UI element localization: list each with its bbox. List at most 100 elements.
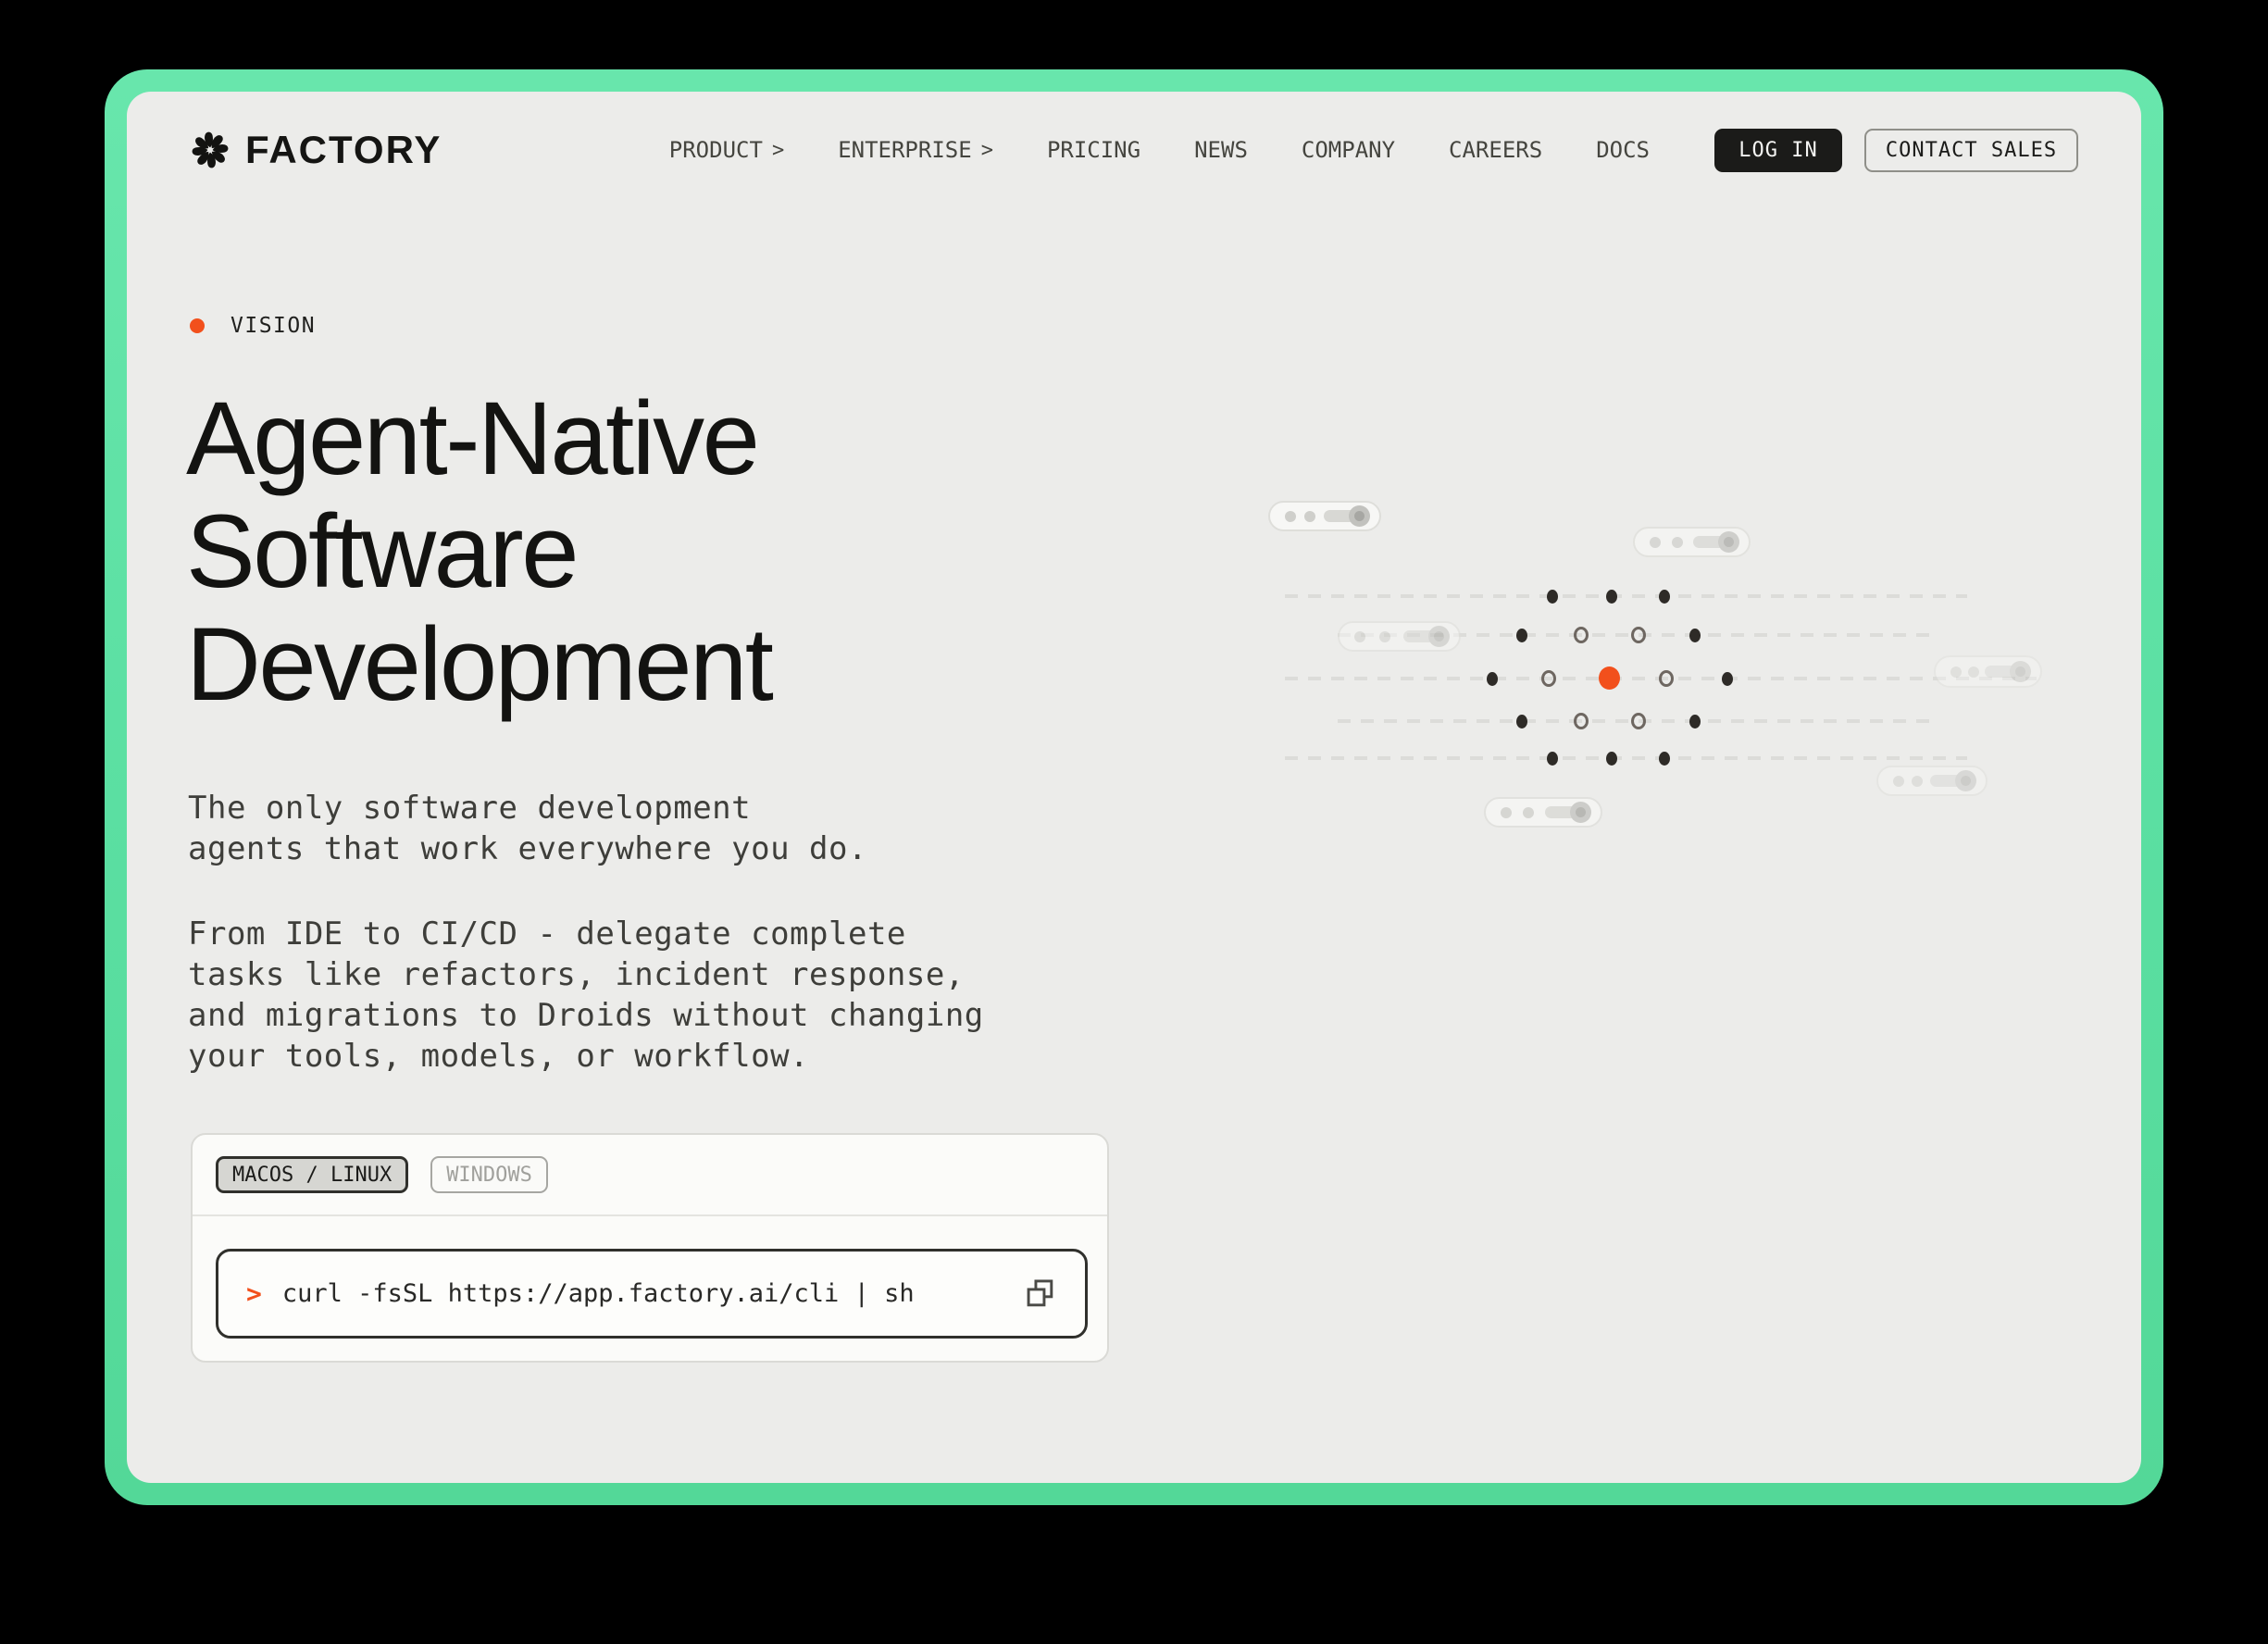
nav-product-label: PRODUCT [668,137,763,163]
pill-dot [1285,510,1296,522]
nav-enterprise-label: ENTERPRISE [838,137,972,163]
pill-dot [1671,536,1683,548]
detail-line-3: and migrations to Droids without changin… [188,997,984,1034]
contact-sales-button[interactable]: CONTACT SALES [1864,128,2078,172]
nav-enterprise[interactable]: ENTERPRISE > [838,137,993,163]
slider-pill [1484,797,1602,828]
detail-line-4: your tools, models, or workflow. [188,1038,810,1075]
grid-dot [1606,590,1617,604]
slider-pill [1876,766,1988,796]
pill-knob [2010,661,2031,682]
grid-ring-dot [1631,713,1646,729]
pill-knob [1718,531,1739,553]
nav-company[interactable]: COMPANY [1302,137,1395,163]
grid-dot [1689,629,1701,642]
pill-dot [1950,666,1962,678]
nav-news[interactable]: NEWS [1194,137,1248,163]
grid-dot [1659,752,1670,766]
chevron-right-icon: > [771,138,785,162]
copy-icon [1027,1278,1053,1306]
brand-logo[interactable]: FACTORY [190,128,442,172]
title-line-1: Agent-Native [186,380,760,496]
nav-careers[interactable]: CAREERS [1449,137,1542,163]
nav-docs[interactable]: DOCS [1596,137,1650,163]
orange-dot-icon [190,318,205,333]
brand-name: FACTORY [245,128,442,171]
grid-ring-dot [1541,670,1556,687]
slider-pill [1338,621,1461,652]
nav-product[interactable]: PRODUCT > [669,137,784,163]
detail-paragraph: From IDE to CI/CD - delegate complete ta… [188,914,984,1077]
detail-line-2: tasks like refactors, incident response, [188,956,965,993]
site-header: FACTORY PRODUCT > ENTERPRISE > PRICING N… [190,127,2078,173]
eyebrow-label: VISION [231,314,317,338]
tab-windows[interactable]: WINDOWS [430,1156,548,1193]
vision-eyebrow: VISION [190,314,316,338]
pill-knob [1570,802,1591,823]
grid-ring-dot [1574,713,1589,729]
pinwheel-logo-icon [192,131,229,168]
nav-news-label: NEWS [1194,137,1248,163]
pill-dot [1354,630,1365,642]
grid-dot [1487,672,1498,686]
copy-button[interactable] [1024,1277,1057,1311]
pill-dot [1501,806,1512,818]
nav-pricing-label: PRICING [1046,137,1141,163]
grid-ring-dot [1631,627,1646,643]
main-nav: PRODUCT > ENTERPRISE > PRICING NEWS COMP… [669,137,1650,163]
grid-dot [1547,752,1558,766]
grid-ring-dot [1574,627,1589,643]
grid-dot [1606,752,1617,766]
pill-dot [1650,536,1661,548]
tab-macos-linux[interactable]: MACOS / LINUX [216,1156,409,1193]
dashed-line [1285,594,1967,598]
detail-line-1: From IDE to CI/CD - delegate complete [188,915,906,953]
title-line-3: Development [186,606,774,722]
nav-careers-label: CAREERS [1449,137,1543,163]
grid-dot [1516,629,1527,642]
slider-pill [1934,655,2042,688]
chevron-right-icon: > [980,138,993,162]
grid-dot [1547,590,1558,604]
dashed-line [1285,756,1967,760]
header-actions: LOG IN CONTACT SALES [1714,128,2078,172]
grid-ring-dot [1659,670,1674,687]
pill-slider [1693,531,1739,553]
grid-dot [1689,715,1701,729]
pill-dot [1378,630,1390,642]
pill-dot [1967,666,1979,678]
platform-tabs: MACOS / LINUX WINDOWS [193,1135,1107,1216]
grid-dot [1516,715,1527,729]
log-in-button[interactable]: LOG IN [1714,128,1842,172]
pill-dot [1304,510,1315,522]
pill-slider [1403,626,1450,647]
pill-knob [1349,505,1370,527]
install-card: MACOS / LINUX WINDOWS > curl -fsSL https… [191,1133,1109,1363]
pill-dot [1893,775,1904,787]
nav-docs-label: DOCS [1596,137,1650,163]
accent-dot [1599,666,1620,690]
pill-knob [1428,626,1450,647]
page-title: Agent-Native Software Development [186,380,774,722]
slider-pill [1633,527,1751,557]
pill-dot [1912,775,1923,787]
grid-dot [1659,590,1670,604]
slider-pill [1268,501,1381,531]
pill-slider [1985,661,2031,682]
pill-slider [1930,770,1976,791]
grid-dot [1722,672,1733,686]
pill-slider [1324,505,1370,527]
intro-paragraph: The only software development agents tha… [188,788,867,869]
pill-slider [1545,802,1591,823]
nav-pricing[interactable]: PRICING [1047,137,1140,163]
title-line-2: Software [186,493,579,609]
install-command-box: > curl -fsSL https://app.factory.ai/cli … [216,1249,1088,1339]
pill-dot [1523,806,1534,818]
intro-line-1: The only software development [188,790,752,827]
prompt-glyph: > [246,1278,262,1309]
install-command: curl -fsSL https://app.factory.ai/cli | … [281,1279,915,1308]
factory-homepage: FACTORY PRODUCT > ENTERPRISE > PRICING N… [127,92,2141,1483]
pill-knob [1955,770,1976,791]
nav-company-label: COMPANY [1301,137,1396,163]
intro-line-2: agents that work everywhere you do. [188,830,867,867]
